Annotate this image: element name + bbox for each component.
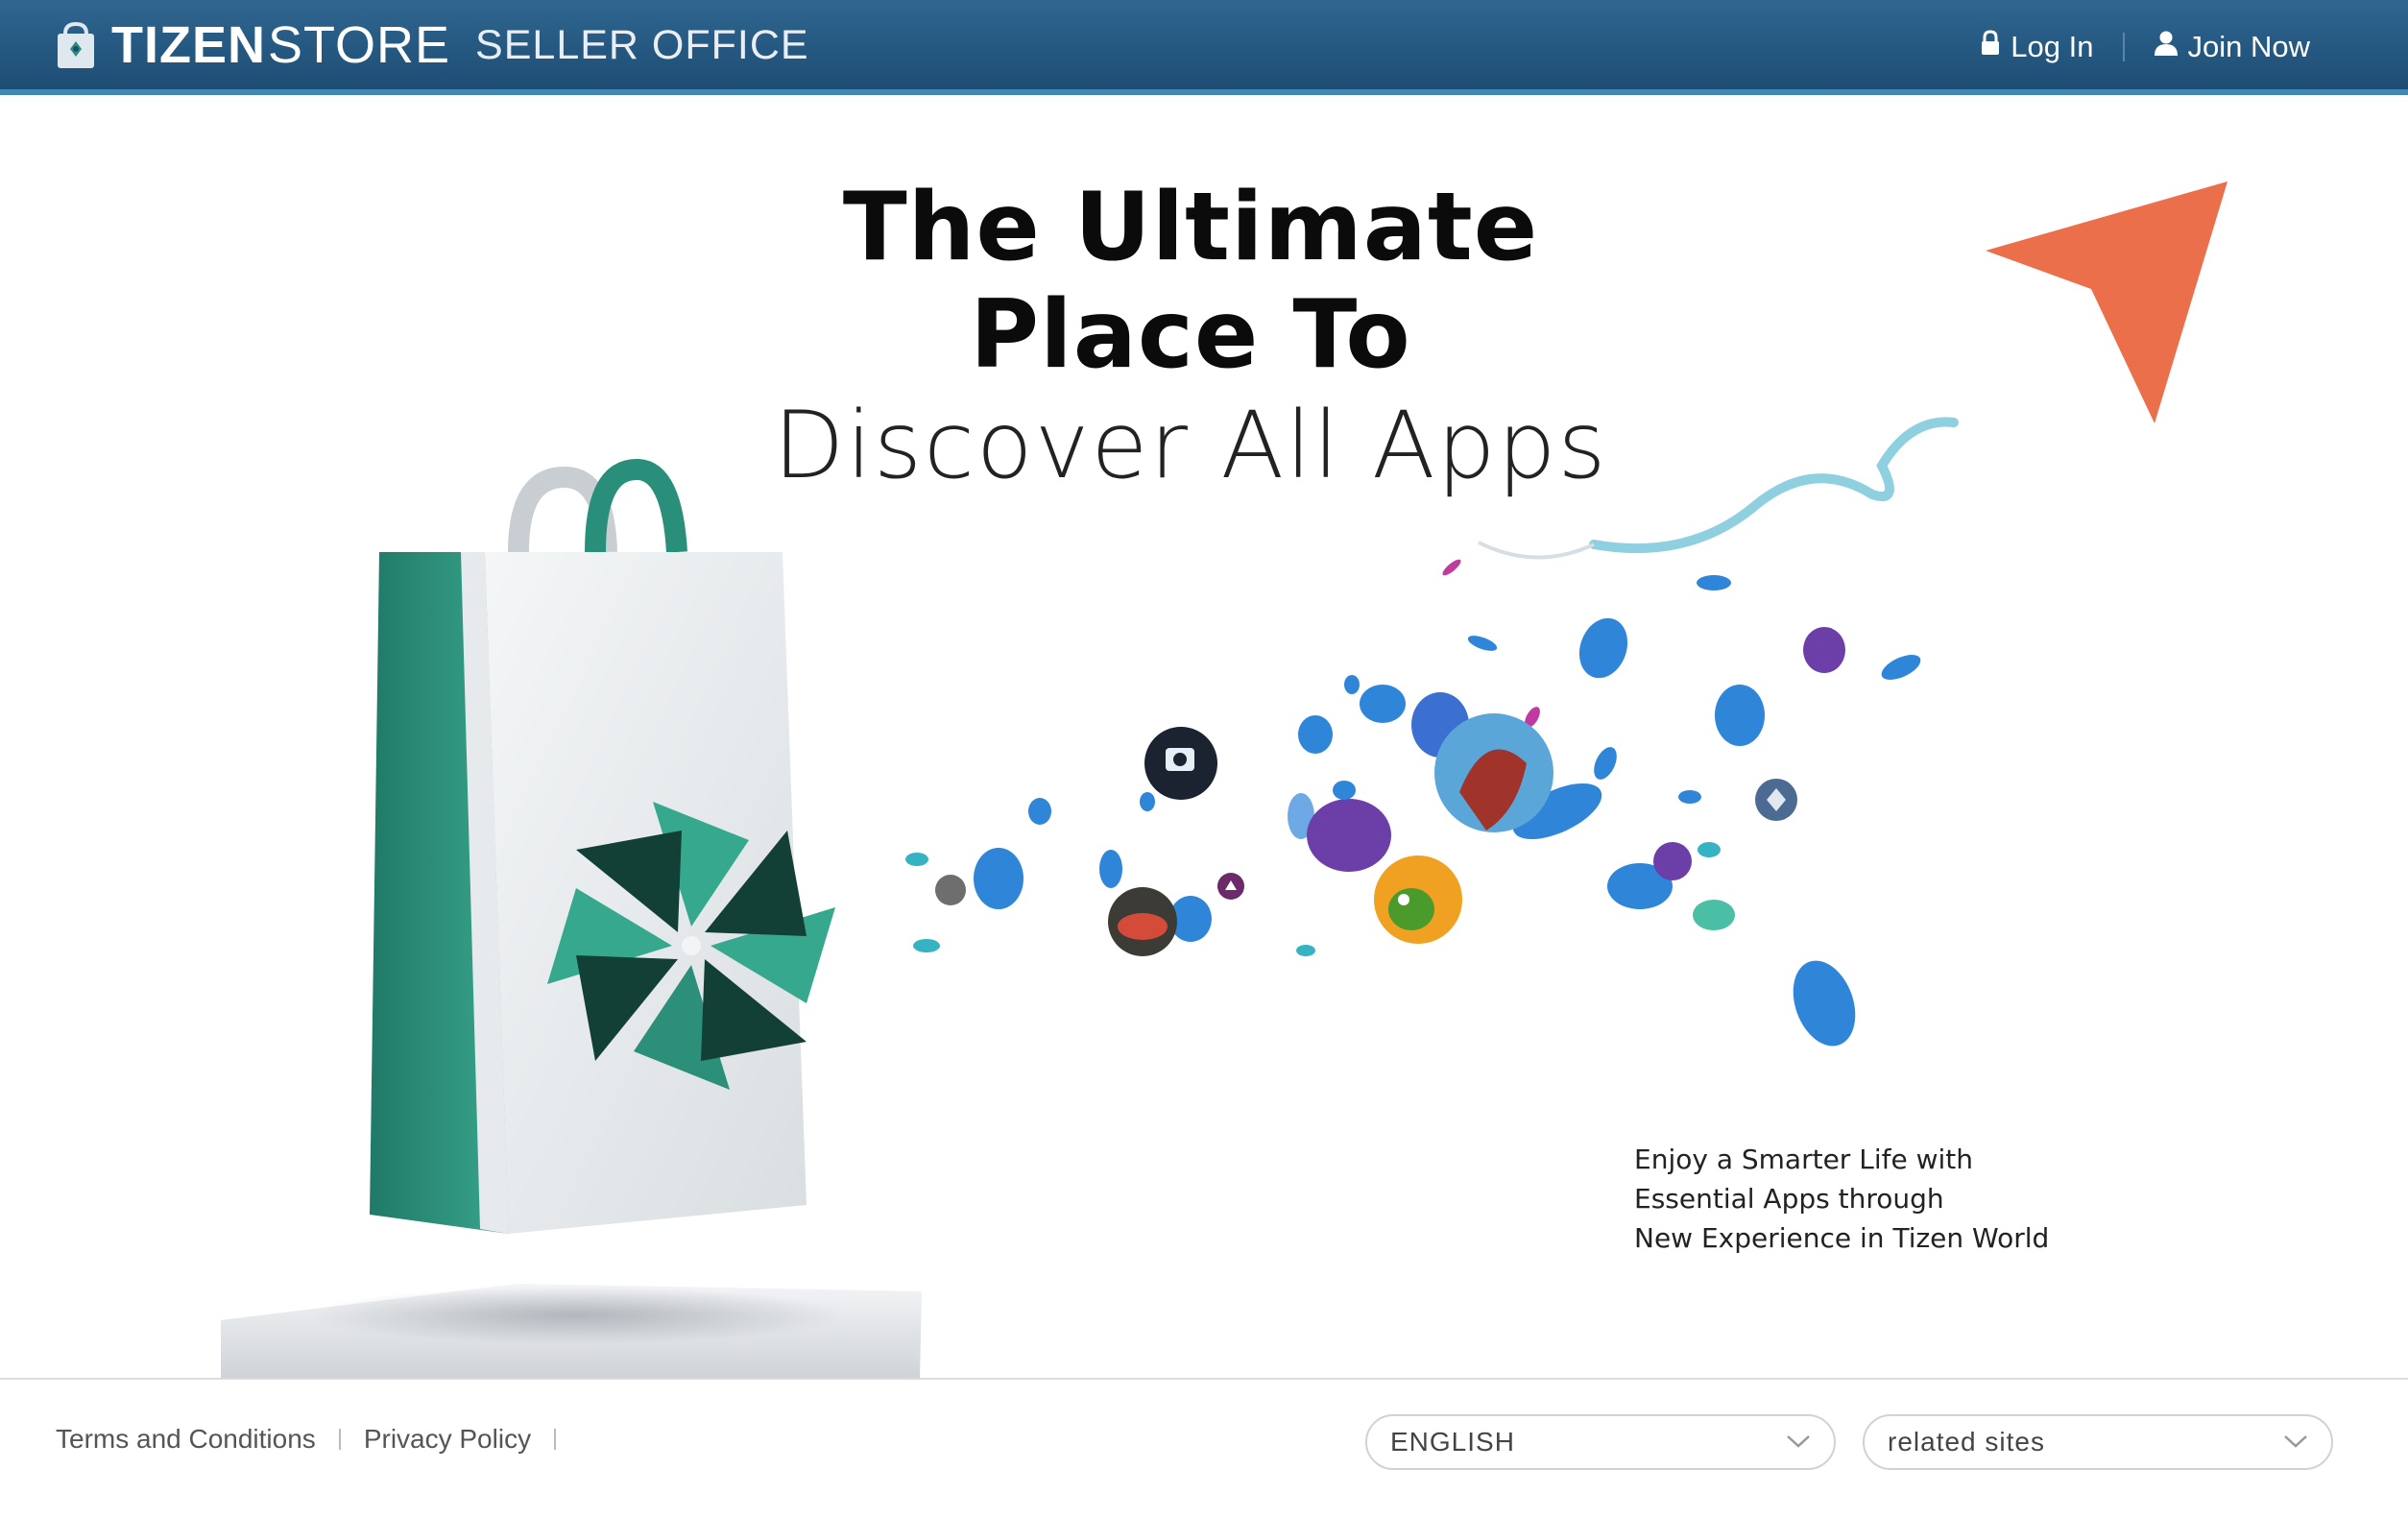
footer: Terms and Conditions Privacy Policy ENGL…: [0, 1378, 2408, 1517]
tagline-line2: Essential Apps through: [1634, 1183, 1944, 1215]
language-select-value: ENGLISH: [1390, 1427, 1515, 1457]
footer-divider: [554, 1429, 557, 1450]
lock-icon: [1980, 30, 2011, 64]
join-now-link[interactable]: Join Now: [2154, 30, 2311, 64]
related-sites-select[interactable]: related sites: [1863, 1414, 2333, 1470]
footer-divider: [338, 1429, 341, 1450]
top-nav: Log In Join Now: [1980, 25, 2310, 69]
tizen-store-logo[interactable]: TIZEN STORE SELLER OFFICE: [54, 12, 809, 79]
login-link[interactable]: Log In: [1980, 30, 2094, 64]
brand-name-bold: TIZEN: [111, 16, 266, 74]
chevron-down-icon: [1786, 1433, 1811, 1454]
brand-name-light: STORE: [268, 16, 451, 74]
language-select[interactable]: ENGLISH: [1365, 1414, 1836, 1470]
chevron-down-icon: [2283, 1433, 2308, 1454]
join-now-label: Join Now: [2187, 30, 2311, 63]
pedestal: [221, 1284, 922, 1378]
login-label: Log In: [2011, 30, 2094, 63]
pointer-arrow-icon: [1986, 181, 2227, 423]
privacy-link[interactable]: Privacy Policy: [364, 1424, 531, 1455]
user-icon: [2154, 30, 2188, 64]
tagline-line3: New Experience in Tizen World: [1634, 1222, 2050, 1254]
terms-link[interactable]: Terms and Conditions: [56, 1424, 316, 1455]
hero-tagline: Enjoy a Smarter Life with Essential Apps…: [1634, 1140, 2172, 1258]
nav-divider: [2122, 33, 2125, 61]
hero-banner: The Ultimate Place To Discover All Apps …: [0, 101, 2408, 1378]
shopping-bag-icon: [54, 20, 98, 70]
related-sites-select-value: related sites: [1888, 1427, 2045, 1457]
top-header: TIZEN STORE SELLER OFFICE Log In Join No…: [0, 0, 2408, 95]
brand-subtitle: SELLER OFFICE: [475, 21, 809, 68]
tagline-line1: Enjoy a Smarter Life with: [1634, 1144, 1973, 1175]
footer-links: Terms and Conditions Privacy Policy: [56, 1424, 579, 1455]
